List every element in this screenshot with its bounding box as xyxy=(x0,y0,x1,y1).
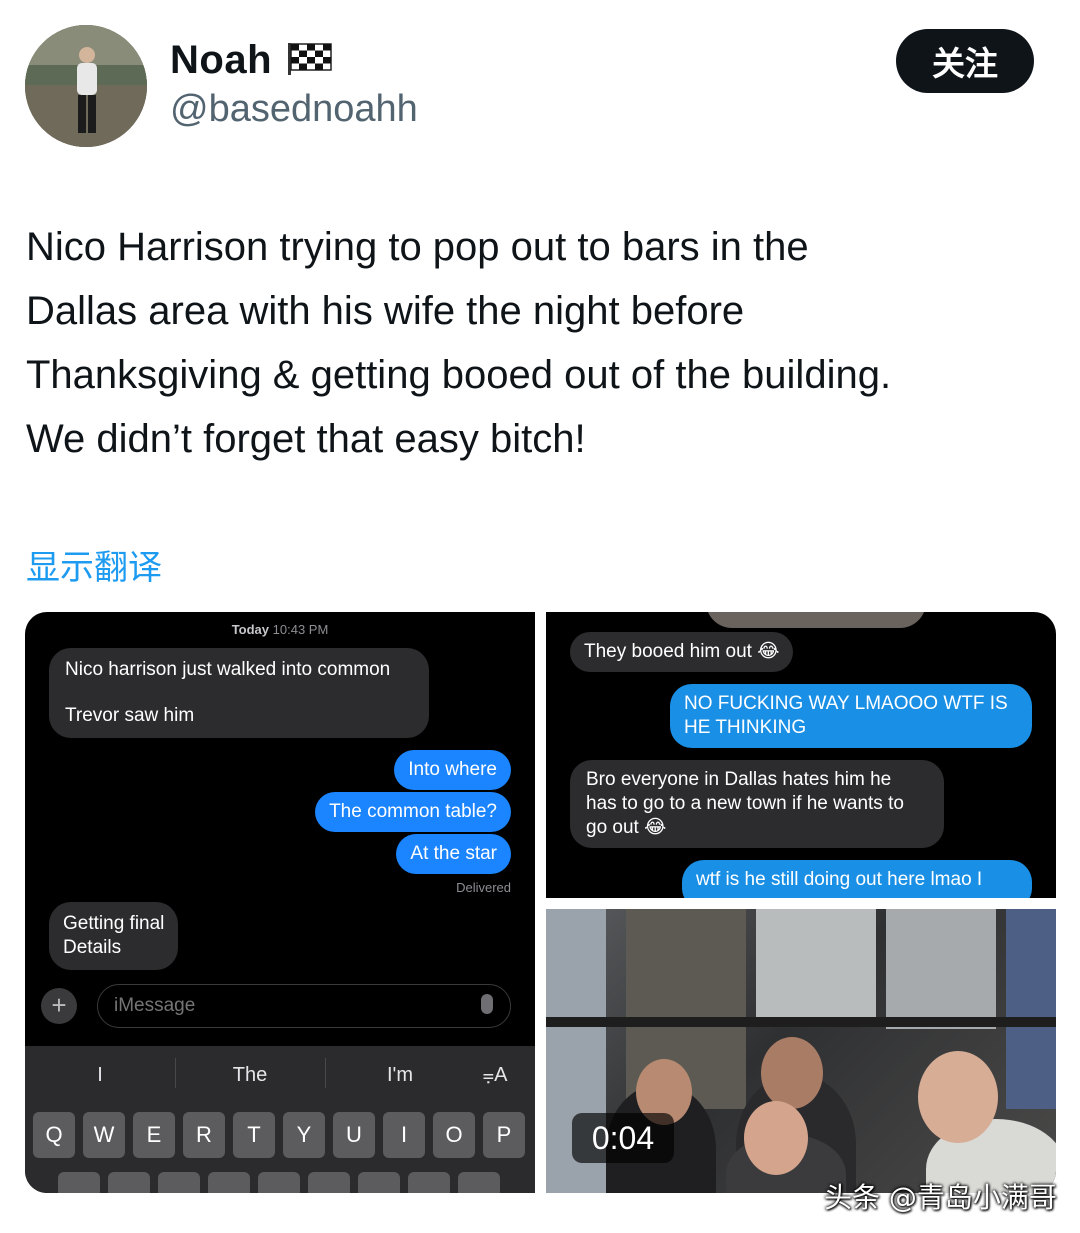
incoming-message: Bro everyone in Dallas hates him he has … xyxy=(570,760,944,848)
key[interactable]: E xyxy=(133,1112,175,1158)
tweet-line: Thanksgiving & getting booed out of the … xyxy=(26,353,892,397)
message-text: has to go to a new town if he wants to xyxy=(586,793,904,814)
outgoing-message: At the star xyxy=(396,834,511,874)
key[interactable] xyxy=(408,1172,450,1193)
key[interactable]: T xyxy=(233,1112,275,1158)
incoming-message: Getting final Details xyxy=(49,902,179,970)
key[interactable]: R xyxy=(183,1112,225,1158)
translate-keyboard-icon[interactable]: ⩦A xyxy=(465,1064,525,1087)
key[interactable]: Y xyxy=(283,1112,325,1158)
watermark: 头条 @青岛小满哥 xyxy=(824,1181,1057,1214)
imessage-input[interactable] xyxy=(97,984,511,1028)
message-text: NO FUCKING WAY LMAOOO WTF IS xyxy=(684,693,1008,714)
author-row[interactable]: Noah xyxy=(170,38,332,83)
person xyxy=(918,1051,998,1143)
media-grid: Today 10:43 PM Nico harrison just walked… xyxy=(25,612,1056,1193)
keyboard: I The I'm ⩦A Q W E R T Y U I O P xyxy=(25,1046,535,1193)
timestamp-time: 10:43 PM xyxy=(272,622,329,637)
key[interactable]: O xyxy=(433,1112,475,1158)
delivered-status: Delivered xyxy=(456,880,511,895)
microphone-icon[interactable] xyxy=(481,994,493,1014)
message-compose-bar: + xyxy=(41,984,519,1028)
suggestion-1[interactable]: I xyxy=(25,1064,175,1087)
key[interactable] xyxy=(358,1172,400,1193)
key[interactable] xyxy=(158,1172,200,1193)
message-text: Details xyxy=(63,937,122,958)
key[interactable]: W xyxy=(83,1112,125,1158)
suggestion-3[interactable]: I'm xyxy=(325,1064,475,1087)
key[interactable]: I xyxy=(383,1112,425,1158)
avatar-photo xyxy=(25,25,147,147)
window-frame xyxy=(1006,909,1056,1109)
message-text: Getting final xyxy=(63,913,165,934)
tweet-line: Nico Harrison trying to pop out to bars … xyxy=(26,225,809,269)
outgoing-message: NO FUCKING WAY LMAOOO WTF IS HE THINKING xyxy=(670,684,1032,748)
message-text: Nico harrison just walked into common xyxy=(65,659,391,680)
key[interactable]: U xyxy=(333,1112,375,1158)
key[interactable] xyxy=(258,1172,300,1193)
window-frame xyxy=(756,909,876,1019)
timestamp-day: Today xyxy=(231,622,270,637)
key[interactable] xyxy=(108,1172,150,1193)
video-duration-badge: 0:04 xyxy=(572,1113,674,1163)
key[interactable]: P xyxy=(483,1112,525,1158)
key[interactable] xyxy=(458,1172,500,1193)
key[interactable] xyxy=(308,1172,350,1193)
key[interactable]: Q xyxy=(33,1112,75,1158)
author-name[interactable]: Noah xyxy=(170,38,272,83)
person xyxy=(744,1101,808,1175)
avatar[interactable] xyxy=(25,25,147,147)
outgoing-message: The common table? xyxy=(315,792,511,832)
message-timestamp: Today 10:43 PM xyxy=(25,622,535,637)
outgoing-message: wtf is he still doing out here lmao I xyxy=(682,860,1032,898)
follow-button[interactable]: 关注 xyxy=(896,29,1034,93)
key[interactable] xyxy=(208,1172,250,1193)
incoming-message: They booed him out 😂 xyxy=(570,632,794,672)
plus-icon[interactable]: + xyxy=(41,988,77,1024)
message-text: go out 😂 xyxy=(586,817,667,838)
video-player[interactable]: 0:04 xyxy=(546,909,1056,1193)
cropped-photo xyxy=(706,612,926,628)
message-text: HE THINKING xyxy=(684,717,807,738)
media-image-left[interactable]: Today 10:43 PM Nico harrison just walked… xyxy=(25,612,535,1193)
media-image-top-right[interactable]: They booed him out 😂 NO FUCKING WAY LMAO… xyxy=(546,612,1056,898)
suggestion-2[interactable]: The xyxy=(175,1064,325,1087)
tweet-text: Nico Harrison trying to pop out to bars … xyxy=(26,215,1066,471)
tweet-line: Dallas area with his wife the night befo… xyxy=(26,289,745,333)
incoming-message: Nico harrison just walked into common Tr… xyxy=(49,648,429,738)
window-frame xyxy=(546,1017,1056,1027)
outgoing-message: Into where xyxy=(394,750,511,790)
person xyxy=(761,1037,823,1109)
message-text: Bro everyone in Dallas hates him he xyxy=(586,769,892,790)
author-handle[interactable]: @basednoahh xyxy=(170,88,418,131)
tweet-line: We didn’t forget that easy bitch! xyxy=(26,417,586,461)
message-text: Trevor saw him xyxy=(65,705,195,726)
show-translation-link[interactable]: 显示翻译 xyxy=(26,540,162,589)
key[interactable] xyxy=(58,1172,100,1193)
checkered-flag-icon xyxy=(286,41,332,80)
window-frame xyxy=(886,909,996,1029)
